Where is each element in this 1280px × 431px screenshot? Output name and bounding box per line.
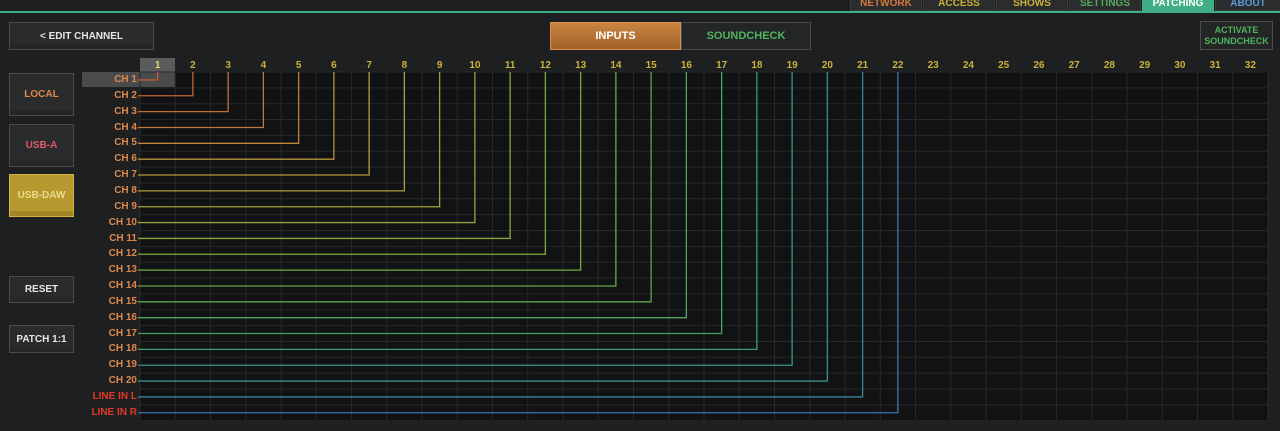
patch-route bbox=[138, 72, 511, 240]
patch-route bbox=[138, 72, 300, 144]
tab-about[interactable]: ABOUT bbox=[1215, 0, 1280, 11]
tab-inputs[interactable]: INPUTS bbox=[550, 22, 681, 50]
activate-soundcheck-button[interactable]: ACTIVATE SOUNDCHECK bbox=[1200, 21, 1273, 50]
edit-channel-button[interactable]: < EDIT CHANNEL bbox=[9, 22, 154, 50]
patch-route bbox=[138, 72, 652, 303]
patch-1-1-button[interactable]: PATCH 1:1 bbox=[9, 325, 74, 353]
patch-route bbox=[138, 72, 194, 97]
tab-settings[interactable]: SETTINGS bbox=[1069, 0, 1141, 11]
patch-route bbox=[138, 72, 793, 366]
patch-lines bbox=[138, 71, 1269, 422]
patch-route bbox=[138, 72, 864, 398]
source-usb-a-button[interactable]: USB-A bbox=[9, 124, 74, 167]
patch-route bbox=[138, 72, 441, 208]
tab-access[interactable]: ACCESS bbox=[923, 0, 995, 11]
patch-route bbox=[138, 72, 582, 271]
source-usb-daw-button[interactable]: USB-DAW bbox=[9, 174, 74, 217]
patch-route bbox=[138, 72, 159, 81]
patch-route bbox=[138, 72, 406, 192]
patch-matrix[interactable]: 1 2 3 4 5 6 7 8 9 10 11 12 13 14 15 16 17 18 19 20 21 22 23 24 2… bbox=[82, 58, 1272, 424]
patch-route bbox=[138, 72, 899, 414]
top-accent-line bbox=[0, 11, 1280, 13]
source-local-button[interactable]: LOCAL bbox=[9, 73, 74, 116]
activate-label-line2: SOUNDCHECK bbox=[1204, 35, 1269, 46]
patch-route bbox=[138, 72, 476, 224]
reset-button[interactable]: RESET bbox=[9, 276, 74, 303]
top-nav: NETWORK ACCESS SHOWS SETTINGS PATCHING ABOUT bbox=[850, 0, 1280, 11]
tab-patching[interactable]: PATCHING bbox=[1142, 0, 1214, 11]
patch-route bbox=[138, 72, 688, 319]
patch-route bbox=[138, 72, 829, 382]
patch-route bbox=[138, 72, 547, 255]
patch-route bbox=[138, 72, 335, 160]
tab-soundcheck[interactable]: SOUNDCHECK bbox=[681, 22, 811, 50]
patch-route bbox=[138, 72, 229, 113]
tab-shows[interactable]: SHOWS bbox=[996, 0, 1068, 11]
patch-route bbox=[138, 72, 758, 351]
activate-label-line1: ACTIVATE bbox=[1214, 24, 1259, 35]
tab-network[interactable]: NETWORK bbox=[850, 0, 922, 11]
